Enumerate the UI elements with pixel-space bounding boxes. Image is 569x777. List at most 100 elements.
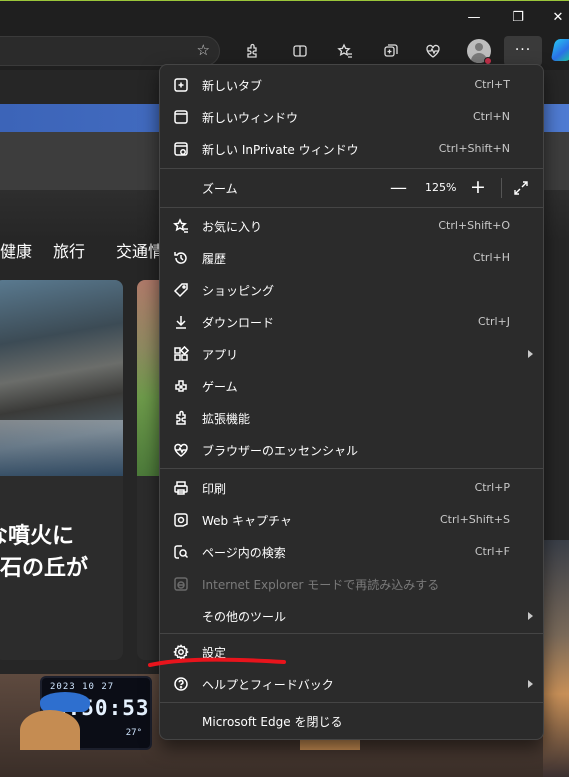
menu-shortcut: Ctrl+Shift+O xyxy=(438,219,510,232)
menu-shortcut: Ctrl+N xyxy=(472,110,510,123)
apps-icon xyxy=(172,345,190,363)
menu-divider xyxy=(160,633,543,634)
news-card[interactable]: な噴火に 石の丘が xyxy=(0,280,123,660)
extensions-icon[interactable] xyxy=(241,40,263,62)
menu-label: 新しいウィンドウ xyxy=(202,111,299,125)
zoom-in-button[interactable]: + xyxy=(470,176,486,198)
menu-item-browser-essentials[interactable]: ブラウザーのエッセンシャル xyxy=(160,434,545,466)
menu-label: ズーム xyxy=(202,182,238,196)
menu-label: ダウンロード xyxy=(202,316,275,330)
maximize-button[interactable]: ❐ xyxy=(496,1,540,33)
zoom-divider xyxy=(501,178,502,198)
find-icon xyxy=(172,543,190,561)
menu-item-apps[interactable]: アプリ xyxy=(160,338,545,370)
menu-label: ヘルプとフィードバック xyxy=(202,678,334,692)
menu-shortcut: Ctrl+Shift+N xyxy=(438,142,510,155)
menu-item-web-capture[interactable]: Web キャプチャ Ctrl+Shift+S xyxy=(160,504,545,536)
menu-label: ページ内の検索 xyxy=(202,546,286,560)
inprivate-icon xyxy=(172,140,190,158)
menu-item-new-inprivate[interactable]: 新しい InPrivate ウィンドウ Ctrl+Shift+N xyxy=(160,133,545,165)
menu-label: Internet Explorer モードで再読み込みする xyxy=(202,578,440,592)
menu-item-ie-mode: Internet Explorer モードで再読み込みする xyxy=(160,568,545,600)
red-underline-annotation xyxy=(148,657,286,667)
menu-item-favorites[interactable]: お気に入り Ctrl+Shift+O xyxy=(160,210,545,242)
menu-label: Microsoft Edge を閉じる xyxy=(202,715,343,729)
title-bar: — ❐ ✕ xyxy=(0,0,569,32)
menu-label: アプリ xyxy=(202,348,239,362)
menu-label: お気に入り xyxy=(202,220,263,234)
zoom-level: 125% xyxy=(425,181,457,194)
menu-item-history[interactable]: 履歴 Ctrl+H xyxy=(160,242,545,274)
browser-essentials-icon xyxy=(172,441,190,459)
menu-label: 新しいタブ xyxy=(202,79,263,93)
address-bar[interactable]: ☆ xyxy=(0,36,220,66)
menu-shortcut: Ctrl+H xyxy=(472,251,510,264)
menu-item-help-feedback[interactable]: ヘルプとフィードバック xyxy=(160,668,545,700)
menu-item-zoom: ズーム — 125% + xyxy=(160,172,545,204)
shopping-tag-icon xyxy=(172,281,190,299)
submenu-arrow-icon xyxy=(528,612,533,620)
menu-divider xyxy=(160,207,543,208)
menu-label: ブラウザーのエッセンシャル xyxy=(202,444,359,458)
menu-item-downloads[interactable]: ダウンロード Ctrl+J xyxy=(160,306,545,338)
menu-item-new-window[interactable]: 新しいウィンドウ Ctrl+N xyxy=(160,101,545,133)
menu-label: ゲーム xyxy=(202,380,238,394)
new-tab-icon xyxy=(172,76,190,94)
menu-label: その他のツール xyxy=(202,610,287,624)
print-icon xyxy=(172,479,190,497)
history-icon xyxy=(172,249,190,267)
news-headline-line2: 石の丘が xyxy=(0,556,89,581)
close-window-button[interactable]: ✕ xyxy=(536,1,569,33)
menu-divider xyxy=(160,168,543,169)
menu-label: ショッピング xyxy=(202,284,275,298)
menu-shortcut: Ctrl+T xyxy=(474,78,510,91)
collections-icon[interactable] xyxy=(380,40,402,62)
settings-and-more-button[interactable]: ··· xyxy=(504,36,542,66)
ie-mode-icon xyxy=(172,575,190,593)
clock-temp: 27° xyxy=(125,728,142,738)
extensions-icon xyxy=(172,409,190,427)
games-icon xyxy=(172,377,190,395)
nav-item-traffic[interactable]: 交通情 xyxy=(116,238,164,262)
menu-shortcut: Ctrl+J xyxy=(477,315,510,328)
hat-shape xyxy=(40,692,90,712)
menu-item-find-on-page[interactable]: ページ内の検索 Ctrl+F xyxy=(160,536,545,568)
news-headline-line1: な噴火に xyxy=(0,524,75,549)
side-image xyxy=(543,540,569,777)
menu-item-print[interactable]: 印刷 Ctrl+P xyxy=(160,472,545,504)
menu-label: 履歴 xyxy=(202,252,227,266)
menu-item-new-tab[interactable]: 新しいタブ Ctrl+T xyxy=(160,69,545,101)
clock-date: 2023 10 27 xyxy=(50,682,115,692)
menu-item-close-edge[interactable]: Microsoft Edge を閉じる xyxy=(160,705,545,737)
menu-item-shopping[interactable]: ショッピング xyxy=(160,274,545,306)
menu-item-more-tools[interactable]: その他のツール xyxy=(160,600,545,632)
help-icon xyxy=(172,675,190,693)
menu-divider xyxy=(160,468,543,469)
menu-shortcut: Ctrl+F xyxy=(474,545,510,558)
favorite-star-icon[interactable]: ☆ xyxy=(197,41,210,59)
favorites-icon[interactable] xyxy=(334,40,356,62)
minimize-button[interactable]: — xyxy=(452,1,496,33)
menu-shortcut: Ctrl+P xyxy=(474,481,510,494)
split-screen-icon[interactable] xyxy=(289,40,311,62)
download-icon xyxy=(172,313,190,331)
menu-divider xyxy=(160,702,543,703)
settings-and-more-menu: 新しいタブ Ctrl+T 新しいウィンドウ Ctrl+N 新しい InPriva… xyxy=(159,64,544,740)
new-window-icon xyxy=(172,108,190,126)
web-capture-icon xyxy=(172,511,190,529)
menu-item-extensions[interactable]: 拡張機能 xyxy=(160,402,545,434)
person-shape xyxy=(20,710,80,750)
menu-label: Web キャプチャ xyxy=(202,514,292,528)
fullscreen-icon[interactable] xyxy=(512,179,530,197)
zoom-out-button[interactable]: — xyxy=(390,178,407,198)
browser-essentials-icon[interactable] xyxy=(422,40,444,62)
submenu-arrow-icon xyxy=(528,680,533,688)
menu-label: 拡張機能 xyxy=(202,412,251,426)
news-card-image xyxy=(0,280,123,476)
menu-item-games[interactable]: ゲーム xyxy=(160,370,545,402)
nav-item-health[interactable]: 健康 xyxy=(0,238,32,262)
menu-label: 新しい InPrivate ウィンドウ xyxy=(202,143,359,157)
nav-item-travel[interactable]: 旅行 xyxy=(53,238,85,262)
menu-shortcut: Ctrl+Shift+S xyxy=(440,513,510,526)
menu-label: 印刷 xyxy=(202,482,227,496)
